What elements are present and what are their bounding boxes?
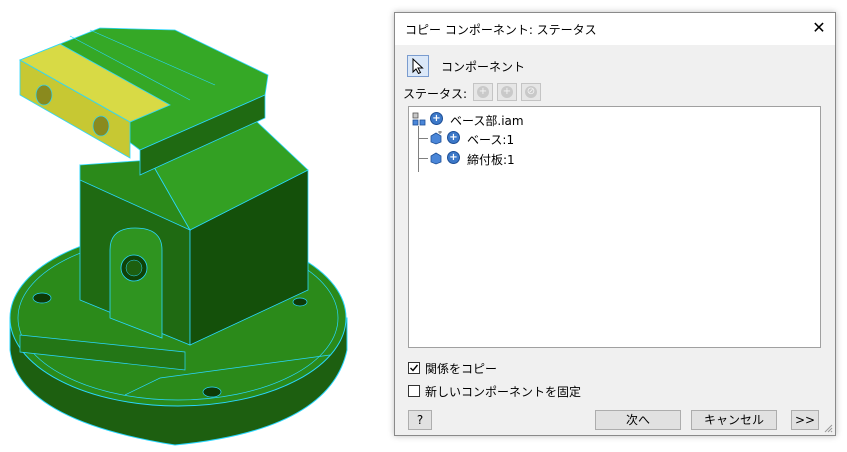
tree-connector [418, 126, 419, 172]
status-label: ステータス: [403, 87, 468, 101]
checkmark-icon [410, 364, 419, 372]
fix-new-components-checkbox[interactable] [408, 385, 420, 397]
tree-row-root[interactable]: + ベース部.iam [412, 110, 712, 128]
model-viewport[interactable] [0, 0, 392, 452]
include-status-icon[interactable]: + [430, 112, 443, 125]
tree-item-label: 締付板:1 [467, 153, 515, 167]
part-icon [430, 131, 442, 145]
copy-relations-label[interactable]: 関係をコピー [425, 360, 497, 377]
component-label: コンポーネント [441, 60, 526, 74]
vise-base-model [9, 27, 348, 446]
part-icon [430, 152, 442, 165]
close-button[interactable]: ✕ [803, 13, 835, 43]
resize-grip-icon[interactable] [823, 423, 833, 433]
tree-connector [418, 158, 428, 159]
copy-component-status-dialog: コピー コンポーネント: ステータス ✕ コンポーネント ステータス: + + … [394, 12, 836, 436]
tree-row-base[interactable]: + ベース:1 [429, 129, 709, 147]
plus-icon: + [501, 86, 513, 98]
tree-item-label: ベース部.iam [450, 114, 524, 128]
status-include-button[interactable]: + [473, 83, 493, 101]
tree-connector [418, 138, 428, 139]
component-tree[interactable]: + ベース部.iam + ベース:1 + 締付板:1 [408, 106, 821, 348]
status-reuse-button[interactable]: + [497, 83, 517, 101]
exclude-icon: ⊘ [525, 86, 537, 98]
status-exclude-button[interactable]: ⊘ [521, 83, 541, 101]
help-button[interactable]: ? [408, 410, 432, 430]
cancel-button[interactable]: キャンセル [691, 410, 777, 430]
tree-row-clamp-plate[interactable]: + 締付板:1 [429, 149, 709, 167]
assembly-icon [412, 112, 426, 126]
fix-new-components-label[interactable]: 新しいコンポーネントを固定 [425, 383, 581, 400]
expand-button[interactable]: >> [791, 410, 819, 430]
cursor-arrow-icon [412, 58, 424, 74]
select-components-button[interactable] [407, 55, 429, 77]
dialog-titlebar[interactable]: コピー コンポーネント: ステータス ✕ [395, 13, 835, 45]
plus-icon: + [477, 86, 489, 98]
next-button[interactable]: 次へ [595, 410, 681, 430]
dialog-title: コピー コンポーネント: ステータス [405, 23, 597, 37]
copy-relations-checkbox[interactable] [408, 362, 420, 374]
help-icon: ? [416, 413, 424, 427]
tree-item-label: ベース:1 [467, 133, 515, 147]
include-status-icon[interactable]: + [447, 131, 460, 144]
include-status-icon[interactable]: + [447, 151, 460, 164]
